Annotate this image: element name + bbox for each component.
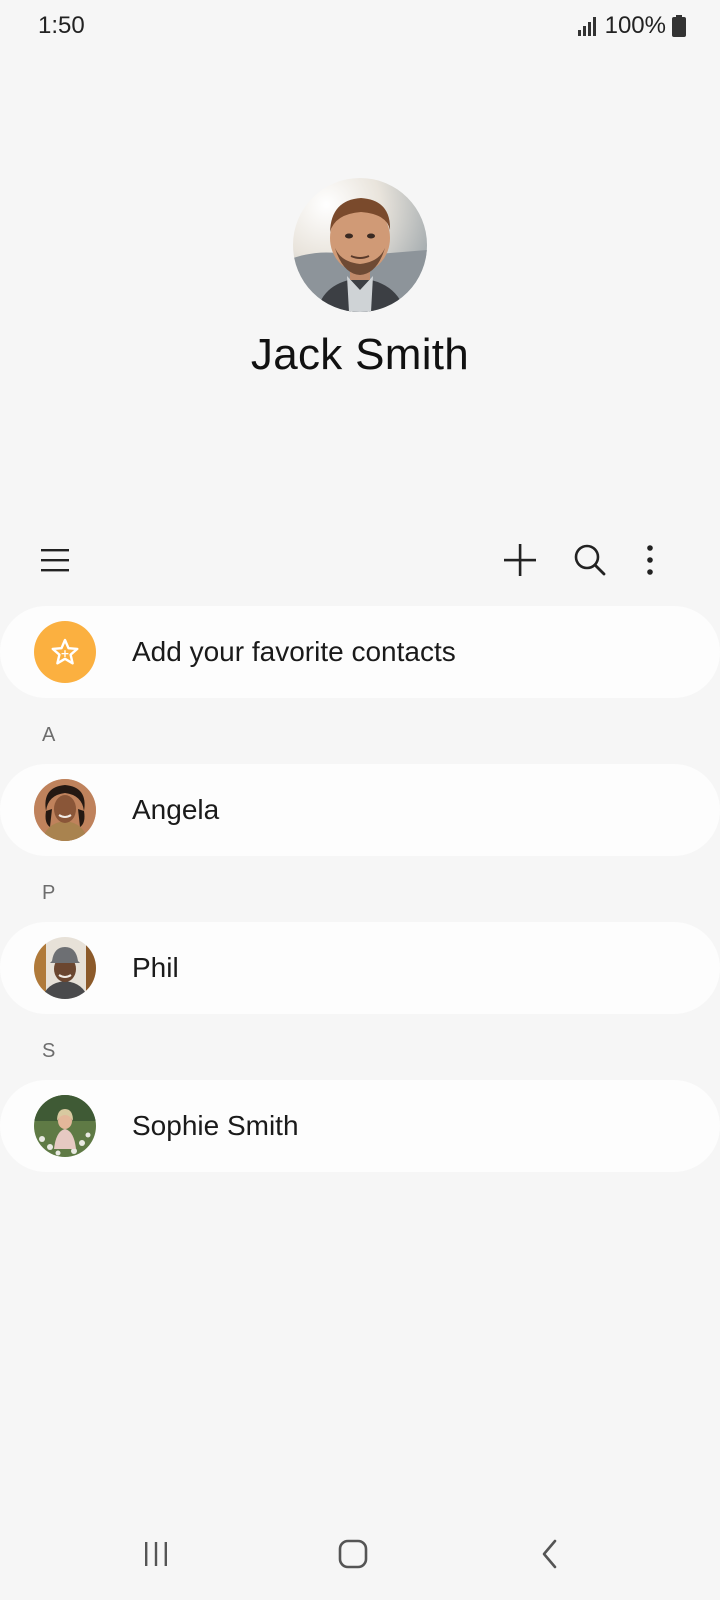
contact-name-sophie-smith: Sophie Smith (132, 1110, 299, 1141)
profile-avatar[interactable] (293, 178, 427, 312)
search-icon (574, 544, 606, 576)
contact-photo (34, 1095, 96, 1157)
back-icon (542, 1539, 557, 1569)
profile-header: Jack Smith (0, 178, 720, 380)
more-options-icon (647, 545, 653, 575)
toolbar (0, 530, 720, 590)
star-icon: + (51, 638, 79, 665)
contact-avatar-angela (34, 779, 96, 841)
add-favorites-card[interactable]: + Add your favorite contacts (0, 606, 720, 698)
menu-button[interactable] (31, 536, 79, 584)
home-button[interactable] (321, 1522, 385, 1586)
contact-item-phil[interactable]: Phil (0, 922, 720, 1014)
battery-percentage: 100% (604, 12, 666, 39)
section-header-p: P (42, 882, 56, 904)
recent-apps-button[interactable] (124, 1522, 188, 1586)
profile-name[interactable]: Jack Smith (251, 330, 469, 380)
contact-item-angela[interactable]: Angela (0, 764, 720, 856)
navigation-bar (0, 1504, 720, 1600)
section-header-s: S (42, 1040, 56, 1062)
status-indicators: 100% (577, 12, 686, 40)
contact-avatar-phil (34, 937, 96, 999)
add-icon (504, 544, 536, 576)
back-button[interactable] (518, 1522, 582, 1586)
recent-apps-icon (145, 1542, 167, 1566)
section-header-a: A (42, 724, 56, 746)
contact-photo (34, 937, 96, 999)
more-options-button[interactable] (626, 536, 674, 584)
menu-icon (41, 549, 69, 572)
status-time: 1:50 (38, 12, 85, 39)
battery-icon (672, 15, 686, 37)
profile-photo (293, 178, 427, 312)
contact-name-angela: Angela (132, 794, 220, 825)
svg-text:+: + (60, 647, 69, 660)
favorites-avatar: + (34, 621, 96, 683)
contact-item-sophie-smith[interactable]: Sophie Smith (0, 1080, 720, 1172)
home-icon (338, 1539, 368, 1569)
signal-icon (577, 17, 596, 36)
search-button[interactable] (566, 536, 614, 584)
contact-avatar-sophie-smith (34, 1095, 96, 1157)
add-contact-button[interactable] (496, 536, 544, 584)
status-bar: 1:50 100% (0, 0, 720, 52)
favorites-label: Add your favorite contacts (132, 636, 456, 667)
contact-name-phil: Phil (132, 952, 179, 983)
contact-photo (34, 779, 96, 841)
